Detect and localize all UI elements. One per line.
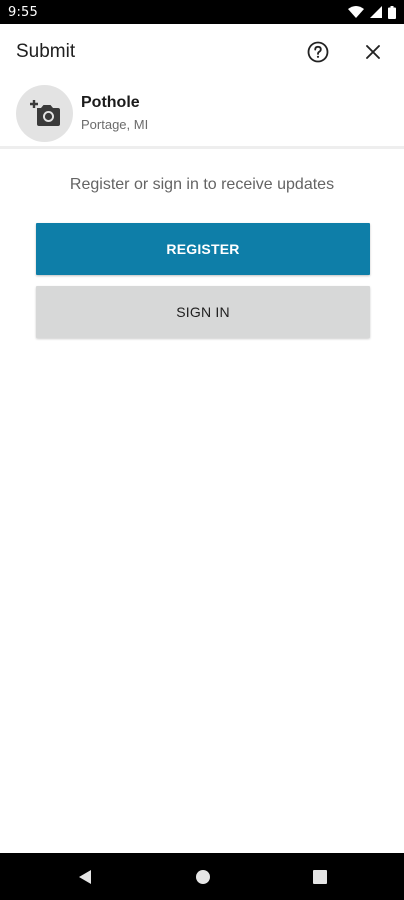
wifi-icon — [348, 6, 364, 18]
navigation-bar — [0, 853, 404, 900]
recents-button[interactable] — [290, 853, 350, 900]
help-icon — [307, 41, 329, 63]
register-button[interactable]: REGISTER — [36, 223, 370, 275]
signal-icon — [370, 6, 382, 18]
help-button[interactable] — [298, 32, 338, 72]
recents-icon — [313, 869, 327, 884]
close-button[interactable] — [353, 32, 393, 72]
request-title: Pothole — [81, 94, 140, 111]
status-bar: 9:55 — [0, 0, 404, 24]
back-button[interactable] — [55, 853, 115, 900]
add-photo-button[interactable] — [16, 84, 73, 142]
divider — [0, 146, 404, 149]
request-details: Pothole Portage, MI — [81, 93, 148, 133]
home-button[interactable] — [173, 853, 233, 900]
sign-in-button[interactable]: SIGN IN — [36, 286, 370, 338]
home-icon — [196, 869, 210, 884]
close-icon — [366, 45, 380, 59]
add-photo-icon — [29, 100, 60, 126]
status-time: 9:55 — [8, 4, 38, 20]
status-icons — [348, 5, 396, 19]
page-title: Submit — [16, 41, 76, 62]
back-icon — [79, 869, 91, 884]
app-bar: Submit — [0, 24, 404, 80]
request-location: Portage, MI — [81, 117, 149, 132]
battery-icon — [388, 5, 396, 19]
auth-prompt: Register or sign in to receive updates — [69, 176, 335, 193]
request-summary: Pothole Portage, MI — [0, 80, 404, 146]
